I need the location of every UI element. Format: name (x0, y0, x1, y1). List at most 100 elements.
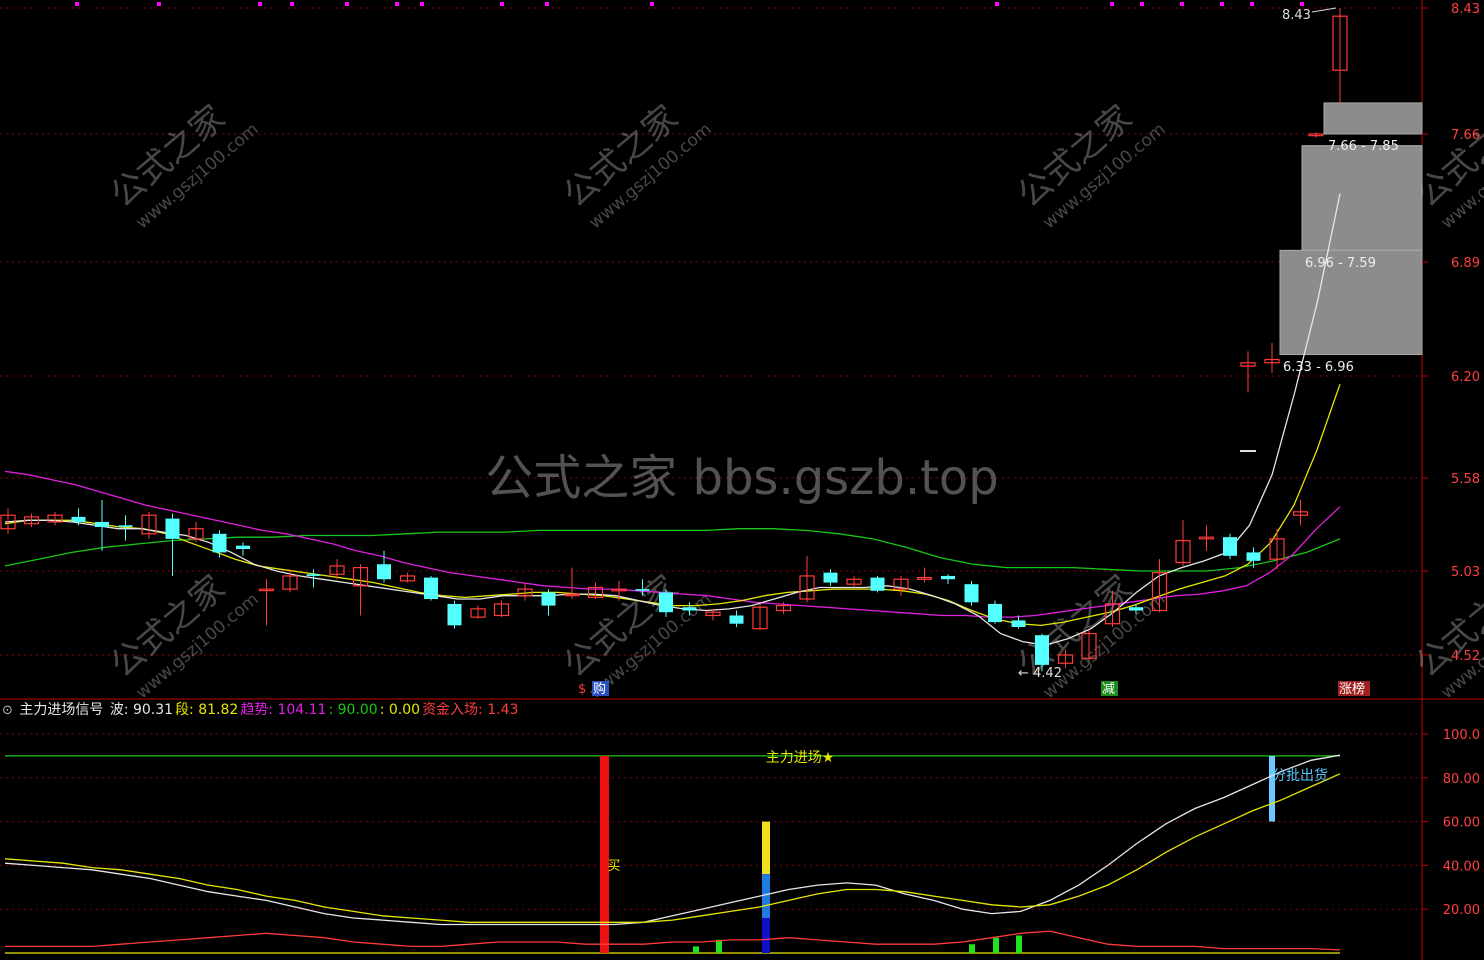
price-axis-label: 8.43 (1451, 2, 1480, 17)
candlestick (916, 567, 933, 583)
candle-body (823, 572, 838, 583)
candlestick (352, 564, 369, 616)
candle-body (1223, 537, 1237, 556)
indicator-value-item: 段: 81.82 (175, 702, 239, 718)
zone-range-label: 6.33 - 6.96 (1283, 360, 1354, 375)
candle-body (424, 577, 438, 599)
candle-body (118, 525, 133, 528)
candlestick (470, 605, 486, 619)
indicator-panel (4, 754, 1341, 954)
candle-body (212, 533, 227, 553)
candle-body (71, 516, 86, 522)
candle-body (1011, 620, 1026, 627)
low-price-label: ← 4.42 (1018, 666, 1062, 681)
buy-label: 买 (607, 859, 620, 874)
candlestick (870, 575, 885, 593)
candle-body (729, 615, 744, 624)
candle-body (165, 518, 180, 539)
candlestick (1264, 342, 1280, 373)
candlestick (541, 589, 556, 616)
top-dot (1140, 2, 1144, 6)
indicator-value-item: : 90.00 (328, 702, 378, 718)
candle-body (870, 577, 885, 591)
watermark-tile: 公式之家www.gszj100.com (556, 98, 715, 233)
buy-signal-bar (600, 755, 609, 953)
watermark-layer: 公式之家www.gszj100.com 公式之家www.gszj100.com 公式… (103, 98, 1484, 703)
watermark-tile: 公式之家www.gszj100.com (103, 568, 262, 703)
candlestick (236, 542, 250, 556)
candle-body (95, 521, 109, 528)
collapse-icon[interactable]: ⊙ (2, 703, 13, 718)
top-dot (420, 2, 424, 6)
indicator-axis-label: 100.0 (1443, 728, 1480, 743)
inflow-bar (693, 946, 699, 953)
candle-body (236, 545, 250, 550)
candlestick (493, 600, 510, 618)
candle-body (541, 592, 556, 606)
signal-marker: 涨榜 (1339, 681, 1365, 697)
candle-body (1035, 635, 1049, 665)
support-zone-band (1323, 102, 1423, 135)
top-dot (545, 2, 549, 6)
candlestick (941, 574, 955, 585)
candle-body (988, 603, 1002, 623)
sell-signal-bar (1269, 755, 1275, 822)
candlestick (729, 610, 744, 627)
candlestick (1240, 351, 1256, 393)
candlestick (846, 575, 862, 588)
candlestick (165, 513, 180, 576)
watermark-tile: 公式之家www.gszj100.com (1010, 98, 1169, 233)
candlestick (71, 508, 86, 526)
indicator-value-item: 波: 90.31 (109, 702, 174, 718)
top-dot (1300, 2, 1304, 6)
main-entry-label: 主力进场★ (766, 750, 835, 766)
candle-body (447, 603, 462, 626)
candlestick (893, 575, 909, 596)
support-zone-band (1301, 145, 1423, 251)
top-dot (1180, 2, 1184, 6)
candlestick (564, 567, 580, 599)
top-dot (395, 2, 399, 6)
price-axis-label: 4.52 (1451, 649, 1480, 664)
candle-body (1129, 607, 1143, 611)
candle-body (306, 574, 321, 576)
high-price-arrow (1311, 7, 1337, 13)
price-axis-label: 5.03 (1451, 565, 1480, 580)
zone-range-label: 7.66 - 7.85 (1328, 139, 1399, 154)
inflow-bar (716, 939, 722, 953)
top-dot (1250, 2, 1254, 6)
indicator-series-line (5, 930, 1341, 951)
chart-root: 公式之家www.gszj100.com 公式之家www.gszj100.com 公式… (0, 0, 1484, 960)
signal-bar-navy (762, 917, 770, 953)
price-axis-label: 5.58 (1451, 472, 1480, 487)
signal-bar-yellow (762, 821, 770, 875)
top-dot (500, 2, 504, 6)
candle-body (682, 607, 697, 611)
indicator-series-line (4, 754, 1341, 926)
candlestick (188, 521, 204, 543)
indicator-axis-label: 20.00 (1443, 903, 1480, 918)
price-axis: 8.43 7.66 6.89 6.20 5.58 5.03 4.52 100.0 80.00 60… (1422, 2, 1480, 918)
candlestick (988, 600, 1002, 624)
candlestick (517, 582, 533, 601)
candle-body (659, 592, 673, 613)
candlestick (964, 580, 979, 606)
indicator-series-line (4, 773, 1341, 923)
top-dot (1110, 2, 1114, 6)
candlestick (1332, 8, 1348, 103)
candle-body (941, 575, 955, 580)
top-dot (650, 2, 654, 6)
top-dot (1220, 2, 1224, 6)
price-axis-label: 7.66 (1451, 128, 1480, 143)
candlestick (95, 499, 109, 551)
signal-marker: $ (578, 682, 586, 697)
indicator-axis-label: 60.00 (1443, 816, 1480, 831)
indicator-title: 主力进场信号 (19, 702, 104, 718)
zone-range-label: 6.96 - 7.59 (1305, 256, 1376, 271)
indicator-value-item: : 0.00 (379, 702, 421, 718)
indicator-value-item: 资金入场: 1.43 (422, 702, 519, 718)
candlestick (258, 579, 275, 626)
ma-green-line (4, 528, 1341, 572)
signal-bar-blue (762, 874, 770, 918)
candle-body (1246, 552, 1261, 561)
